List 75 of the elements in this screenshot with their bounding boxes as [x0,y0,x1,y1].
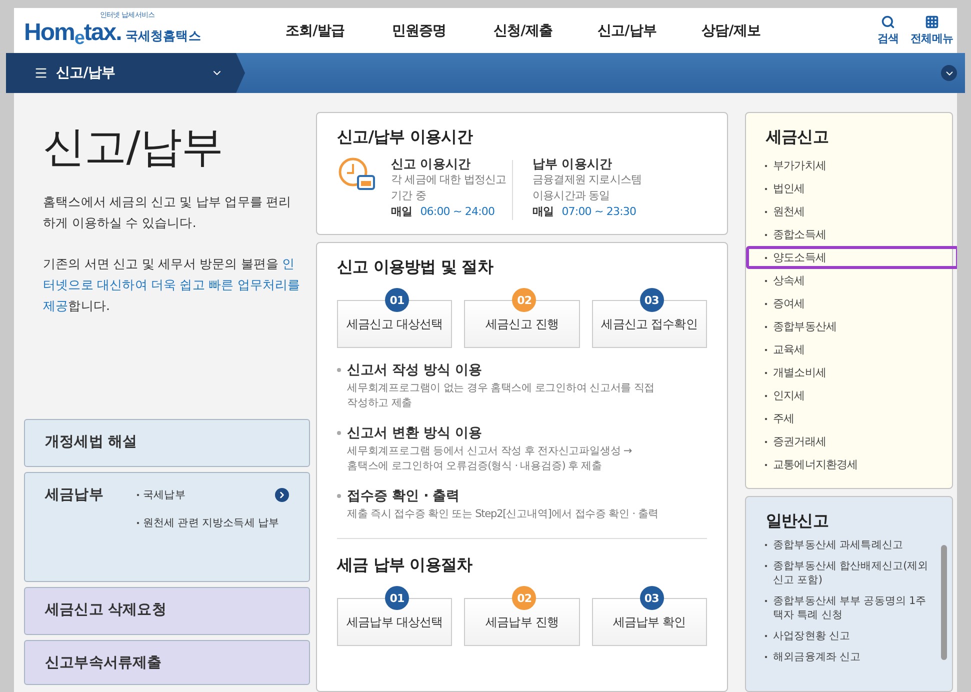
section-dropdown[interactable]: 신고/납부 [6,53,245,93]
card-link[interactable]: 원천세 관련 지방소득세 납부 [143,516,280,530]
service-card[interactable]: 신고부속서류제출 [24,640,310,685]
tax-list-item[interactable]: 교통에너지환경세 [746,453,952,476]
tax-list-item[interactable]: 주세 [746,407,952,430]
tax-list-item[interactable]: 종합부동산세 [746,315,952,338]
tax-list-item[interactable]: 종합소득세 [746,223,952,246]
hours-description: 각 세금에 대한 법정신고 기간 중 [391,172,506,204]
hours-heading: 납부 이용시간 [532,156,614,172]
intro-paragraph: 기존의 서면 신고 및 세무서 방문의 불편을 인터넷으로 대신하여 더욱 쉽고 빠른 업무처리를 제공합니다. [43,255,302,315]
tax-list-item[interactable]: 인지세 [746,384,952,407]
filing-list-item[interactable]: 사업장현황 신고 [765,629,934,643]
filing-list-item[interactable]: 종합부동산세 합산배제신고(제외신고 포함) [765,559,934,587]
card-title: 세금신고 삭제요청 [45,601,166,620]
menu-item[interactable]: 민원증명 [367,22,471,40]
method-title: 신고서 변환 방식 이용 [347,424,484,442]
card-link[interactable]: 국세납부 [143,488,186,502]
filing-list-item[interactable]: 종합부동산세 과세특례신고 [765,538,934,552]
step-number-badge: 02 [512,288,536,312]
menu-item[interactable]: 상담/제보 [679,22,783,40]
tax-list-item[interactable]: 법인세 [746,177,952,200]
daily-label: 매일 [532,205,554,218]
scrollbar[interactable] [941,545,947,660]
tax-list-item[interactable]: 증여세 [746,292,952,315]
page-title: 신고/납부 [43,121,224,173]
tax-list-item[interactable]: 양도소득세 [746,246,957,269]
time-range: 06:00 ~ 24:00 [420,205,495,218]
step-number-badge: 01 [385,586,409,610]
card-title: 세금신고 [766,127,830,148]
grid-icon [924,15,939,29]
tax-list-item[interactable]: 증권거래세 [746,430,952,453]
method-description: 세무회계프로그램이 없는 경우 홈택스에 로그인하여 신고서를 직접 작성하고 제출 [347,381,656,411]
method-title: 신고서 작성 방식 이용 [347,361,484,379]
step-number-badge: 03 [640,288,664,312]
search-icon [880,15,895,29]
step-number-badge: 02 [512,586,536,610]
menu-item[interactable]: 신고/납부 [575,22,679,40]
tax-list-item[interactable]: 상속세 [746,269,952,292]
service-card[interactable]: 세금신고 삭제요청 [24,587,310,635]
hours-description: 금융결제원 지로시스템 이용시간과 동일 [532,172,642,204]
expand-button[interactable] [941,65,957,81]
tax-list-item[interactable]: 교육세 [746,338,952,361]
card-title: 신고 이용방법 및 절차 [337,257,494,278]
filing-list-item[interactable]: 종합부동산세 부부 공동명의 1주택자 특례 신청 [765,594,934,622]
hours-heading: 신고 이용시간 [391,156,472,172]
card-title: 세금납부 [45,486,104,505]
step-number-badge: 03 [640,586,664,610]
card-title: 신고부속서류제출 [45,654,162,672]
method-description: 제출 즉시 접수증 확인 또는 Step2[신고내역]에서 접수증 확인 · 출력 [347,507,660,522]
menu-icon [34,66,48,80]
filing-list-item[interactable]: 해외금융계좌 신고 [765,650,934,664]
tax-list-item[interactable]: 부가가치세 [746,154,952,177]
all-menu-button[interactable]: 전체메뉴 [910,15,953,46]
search-button[interactable]: 검색 [877,15,899,46]
menu-item[interactable]: 조회/발급 [263,22,367,40]
logo-name[interactable]: 국세청홈택스 [125,28,201,45]
daily-label: 매일 [391,205,412,218]
intro-paragraph: 홈택스에서 세금의 신고 및 납부 업무를 편리하게 이용하실 수 있습니다. [43,193,292,232]
tax-list-item[interactable]: 개별소비세 [746,361,952,384]
tax-list-item[interactable]: 원천세 [746,200,952,223]
menu-item[interactable]: 신청/제출 [471,22,575,40]
time-range: 07:00 ~ 23:30 [562,205,636,218]
clock-calendar-icon [337,156,377,192]
method-description: 세무회계프로그램 등에서 신고서 작성 후 전자신고파일생성 → 홈택스에 로그인하여 오류검증(형식 · 내용검증) 후 제출 [347,444,633,474]
chevron-right-icon [277,490,287,500]
service-card[interactable]: 개정세법 해설 [24,419,310,467]
card-title: 신고/납부 이용시간 [337,127,474,148]
card-title: 일반신고 [766,511,830,532]
step-number-badge: 01 [385,288,409,312]
logo-wordmark[interactable]: Hom$_{e}$tax. [24,19,122,50]
service-card[interactable]: 세금납부 국세납부 원천세 관련 지방소득세 납부 [24,472,310,582]
section-title: 세금 납부 이용절차 [337,555,474,576]
method-title: 접수증 확인 · 출력 [347,487,461,505]
arrow-button[interactable] [275,488,289,502]
card-title: 개정세법 해설 [45,433,138,452]
